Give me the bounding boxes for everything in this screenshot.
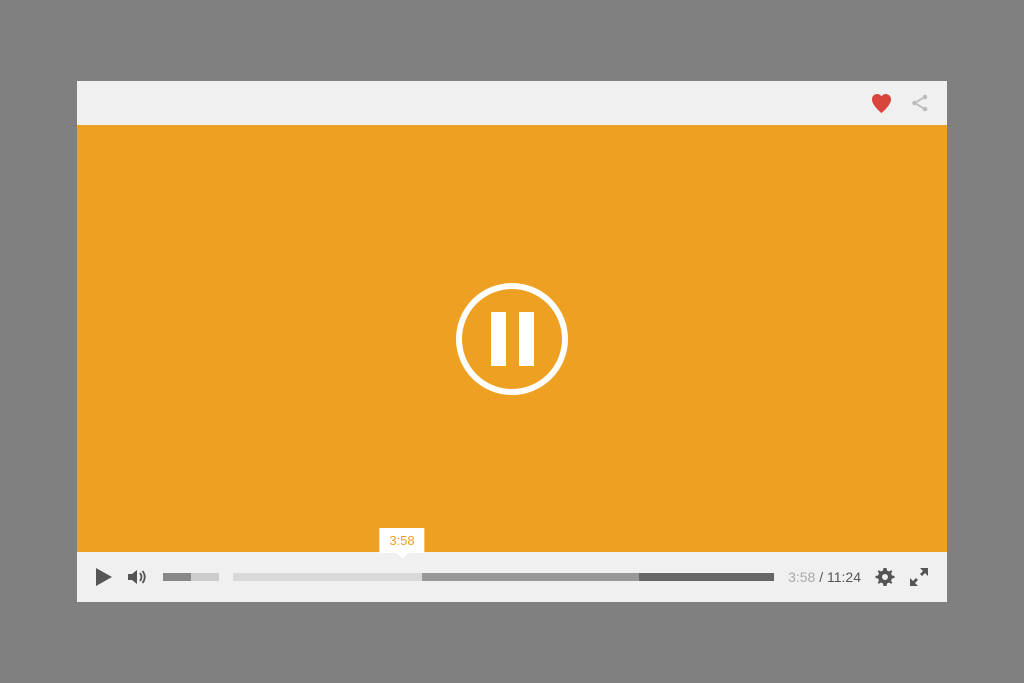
pause-button[interactable] [456, 283, 568, 395]
share-button[interactable] [911, 94, 929, 112]
seek-tooltip: 3:58 [379, 528, 424, 553]
current-time: 3:58 [788, 569, 815, 585]
heart-icon [870, 93, 893, 114]
progress-slider[interactable] [233, 573, 774, 581]
share-icon [911, 94, 929, 112]
volume-level [163, 573, 191, 581]
pause-icon [519, 312, 534, 366]
video-player: 3:58 3:58 / 11:24 [77, 81, 947, 602]
gear-icon [875, 567, 895, 587]
volume-button[interactable] [127, 568, 149, 586]
video-viewport[interactable]: 3:58 [77, 125, 947, 552]
top-bar [77, 81, 947, 125]
play-button[interactable] [95, 567, 113, 587]
fullscreen-icon [909, 567, 929, 587]
volume-slider[interactable] [163, 573, 219, 581]
progress-buffered [422, 573, 638, 581]
play-icon [95, 567, 113, 587]
settings-button[interactable] [875, 567, 895, 587]
total-time: 11:24 [827, 569, 861, 585]
progress-played [233, 573, 422, 581]
speaker-icon [127, 568, 149, 586]
pause-icon [491, 312, 506, 366]
like-button[interactable] [870, 93, 893, 114]
seek-tooltip-label: 3:58 [379, 528, 424, 553]
controls-bar: 3:58 / 11:24 [77, 552, 947, 602]
fullscreen-button[interactable] [909, 567, 929, 587]
progress-remaining [639, 573, 774, 581]
time-separator: / [815, 569, 827, 585]
time-display: 3:58 / 11:24 [788, 569, 861, 585]
